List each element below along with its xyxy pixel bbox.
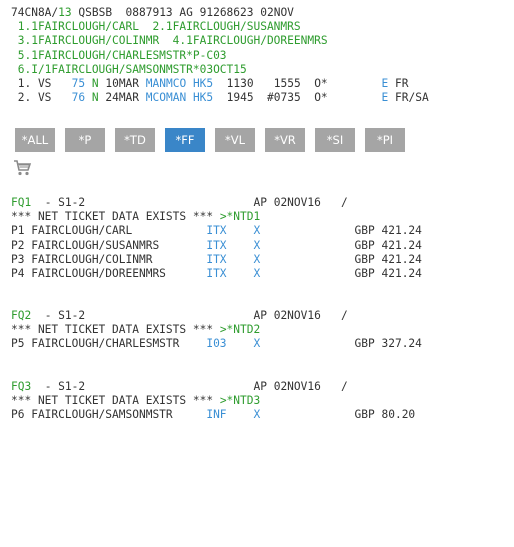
net-ticket-command[interactable]: >*NTD2 — [220, 323, 260, 336]
passenger: P6 FAIRCLOUGH/SAMSONMSTR — [11, 408, 207, 422]
pnr-header-rest: QSBSB 0887913 AG 91268623 02NOV — [71, 6, 294, 19]
fare-date: AP 02NOV16 / — [253, 196, 348, 209]
pax-type: I03 — [206, 337, 227, 351]
fare-quote-id[interactable]: FQ3 — [11, 380, 31, 393]
pnr-header-line: 74CN8A/13 QSBSB 0887913 AG 91268623 02NO… — [11, 6, 514, 20]
segment-days: FR — [388, 76, 409, 90]
fare-amount: GBP 421.24 — [354, 252, 422, 266]
fare-date: AP 02NOV16 / — [253, 309, 348, 322]
fare-row: P6 FAIRCLOUGH/SAMSONMSTR INF X GBP 80.20 — [11, 408, 415, 422]
segment-line: 1. VS 75 N 10MAR MANMCO HK5 1130 1555 O*… — [11, 77, 514, 91]
fare-quote-id[interactable]: FQ2 — [11, 309, 31, 322]
fare-row: P4 FAIRCLOUGH/DOREENMRS ITX X GBP 421.24 — [11, 267, 422, 281]
fare-row: P2 FAIRCLOUGH/SUSANMRS ITX X GBP 421.24 — [11, 239, 422, 253]
passenger: P2 FAIRCLOUGH/SUSANMRS — [11, 238, 207, 252]
fare-quote-header: FQ1 - S1-2 AP 02NOV16 / — [11, 196, 422, 210]
fare-amount: GBP 421.24 — [354, 238, 422, 252]
passenger-names-line: 1.1FAIRCLOUGH/CARL 2.1FAIRCLOUGH/SUSANMR… — [11, 20, 301, 34]
net-ticket-line: *** NET TICKET DATA EXISTS *** >*NTD3 — [11, 394, 415, 408]
all-button[interactable]: *ALL — [15, 128, 55, 152]
segment-status: HK5 — [192, 91, 214, 105]
segment-number: 2. VS — [11, 91, 72, 105]
booking-class: N — [91, 91, 99, 105]
fare-segments: - S1-2 — [31, 196, 86, 209]
passenger: P4 FAIRCLOUGH/DOREENMRS — [11, 266, 207, 280]
segment-line: 2. VS 76 N 24MAR MCOMAN HK5 1945 #0735 O… — [11, 91, 514, 105]
net-ticket-line: *** NET TICKET DATA EXISTS *** >*NTD1 — [11, 210, 422, 224]
ff-button[interactable]: *FF — [165, 128, 205, 152]
pnr-count: 13 — [58, 6, 72, 19]
route[interactable]: MANMCO — [146, 77, 186, 90]
passenger-names-line: 3.1FAIRCLOUGH/COLINMR 4.1FAIRCLOUGH/DORE… — [11, 34, 328, 48]
passenger: P3 FAIRCLOUGH/COLINMR — [11, 252, 207, 266]
fare-amount: GBP 421.24 — [354, 224, 422, 238]
passenger: P5 FAIRCLOUGH/CHARLESMSTR — [11, 337, 207, 351]
fare-amount: GBP 327.24 — [354, 337, 422, 351]
fare-row: P1 FAIRCLOUGH/CARL ITX X GBP 421.24 — [11, 224, 422, 238]
pi-button[interactable]: *PI — [365, 128, 405, 152]
flight-times: 1945 #0735 O* — [213, 91, 382, 105]
segment-status: HK5 — [192, 76, 214, 90]
net-ticket-notice: *** NET TICKET DATA EXISTS *** — [11, 323, 220, 337]
booking-class: N — [91, 76, 99, 90]
net-ticket-notice: *** NET TICKET DATA EXISTS *** — [11, 210, 220, 224]
route[interactable]: MCOMAN — [146, 91, 186, 104]
si-button[interactable]: *SI — [315, 128, 355, 152]
fare-amount: GBP 421.24 — [354, 266, 422, 280]
vr-button[interactable]: *VR — [265, 128, 305, 152]
pax-type: ITX — [206, 252, 227, 266]
net-ticket-command[interactable]: >*NTD1 — [220, 210, 260, 223]
pax-type: ITX — [206, 224, 227, 238]
passenger: P1 FAIRCLOUGH/CARL — [11, 224, 207, 238]
fare-date: AP 02NOV16 / — [253, 380, 348, 393]
segment-number: 1. VS — [11, 76, 72, 90]
fare-quote-2: FQ2 - S1-2 AP 02NOV16 / *** NET TICKET D… — [11, 309, 422, 352]
net-ticket-line: *** NET TICKET DATA EXISTS *** >*NTD2 — [11, 323, 422, 337]
fare-quote-header: FQ3 - S1-2 AP 02NOV16 / — [11, 380, 415, 394]
pax-type: INF — [206, 408, 227, 422]
passenger-names-line: 6.I/1FAIRCLOUGH/SAMSONMSTR*03OCT15 — [11, 62, 247, 76]
flight-times: 1130 1555 O* — [213, 76, 382, 90]
passenger-names-line: 5.1FAIRCLOUGH/CHARLESMSTR*P-C03 — [11, 48, 227, 62]
fare-segments: - S1-2 — [31, 309, 86, 322]
fare-quote-3: FQ3 - S1-2 AP 02NOV16 / *** NET TICKET D… — [11, 380, 415, 423]
td-button[interactable]: *TD — [115, 128, 155, 152]
fare-quote-header: FQ2 - S1-2 AP 02NOV16 / — [11, 309, 422, 323]
flight-number[interactable]: 76 — [72, 91, 85, 104]
fare-row: P3 FAIRCLOUGH/COLINMR ITX X GBP 421.24 — [11, 253, 422, 267]
fare-amount: GBP 80.20 — [354, 408, 416, 422]
pnr-code: 74CN8A/ — [11, 6, 59, 19]
flight-number[interactable]: 75 — [72, 77, 85, 90]
fare-segments: - S1-2 — [31, 380, 86, 393]
fare-row: P5 FAIRCLOUGH/CHARLESMSTR I03 X GBP 327.… — [11, 337, 422, 351]
pax-type: ITX — [206, 266, 227, 280]
fare-quote-1: FQ1 - S1-2 AP 02NOV16 / *** NET TICKET D… — [11, 196, 422, 281]
segment-days: FR/SA — [388, 91, 429, 105]
pax-type: ITX — [206, 238, 227, 252]
vl-button[interactable]: *VL — [215, 128, 255, 152]
net-ticket-notice: *** NET TICKET DATA EXISTS *** — [11, 394, 220, 408]
flight-date: 10MAR — [98, 76, 146, 90]
p-button[interactable]: *P — [65, 128, 105, 152]
net-ticket-command[interactable]: >*NTD3 — [220, 394, 260, 407]
fare-quote-id[interactable]: FQ1 — [11, 196, 31, 209]
terminal-output: 74CN8A/13 QSBSB 0887913 AG 91268623 02NO… — [0, 0, 514, 105]
flight-date: 24MAR — [98, 91, 146, 105]
cart-icon[interactable] — [13, 159, 33, 177]
